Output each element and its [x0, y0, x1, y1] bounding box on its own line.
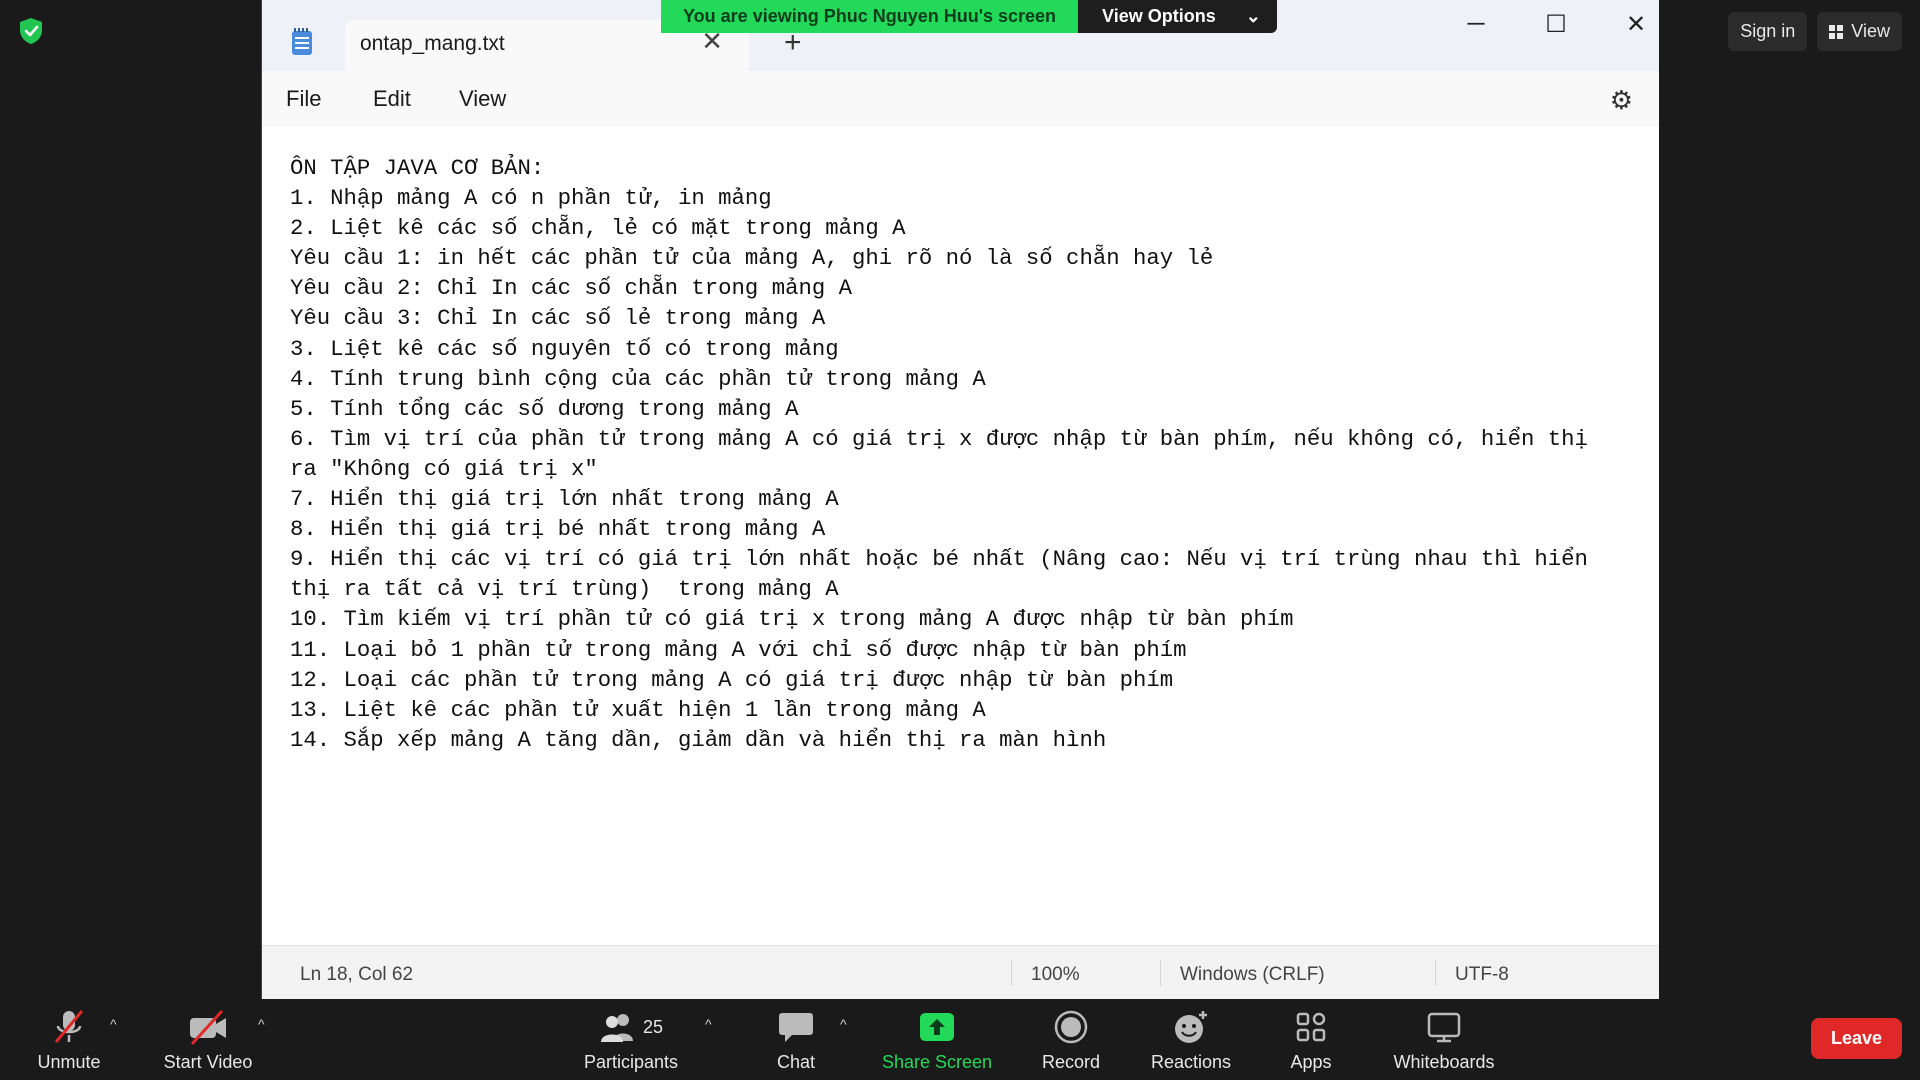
participants-caret-icon[interactable]: ^ — [705, 1016, 712, 1032]
start-video-label: Start Video — [163, 1052, 253, 1072]
participants-label: Participants — [583, 1052, 679, 1072]
top-right-controls: Sign in View — [1728, 12, 1920, 51]
text-line: 12. Loại các phần tử trong mảng A có giá… — [290, 666, 1174, 693]
view-label: View — [1851, 21, 1890, 41]
start-video-button[interactable]: Start Video — [158, 1008, 258, 1073]
view-button[interactable]: View — [1817, 12, 1902, 51]
unmute-button[interactable]: Unmute — [34, 1008, 104, 1073]
text-line: 13. Liệt kê các phần tử xuất hiện 1 lần … — [290, 696, 986, 723]
status-divider — [1435, 960, 1436, 986]
record-icon — [1054, 1010, 1088, 1044]
text-line: Yêu cầu 3: Chỉ In các số lẻ trong mảng A — [290, 305, 826, 332]
text-line: 6. Tìm vị trí của phần tử trong mảng A c… — [290, 425, 1588, 452]
text-line: 9. Hiển thị các vị trí có giá trị lớn nh… — [290, 546, 1588, 573]
text-line: 14. Sắp xếp mảng A tăng dần, giảm dần và… — [290, 726, 1107, 753]
apps-button[interactable]: Apps — [1282, 1008, 1340, 1073]
unmute-label: Unmute — [37, 1052, 101, 1072]
zoom-level: 100% — [1031, 964, 1080, 985]
text-line: 3. Liệt kê các số nguyên tố có trong mản… — [290, 335, 839, 362]
menu-edit[interactable]: Edit — [373, 86, 411, 112]
participants-button[interactable]: 25 Participants — [580, 1008, 682, 1073]
chevron-down-icon: ⌄ — [1245, 6, 1261, 26]
muted-microphone-icon — [54, 1010, 84, 1043]
apps-label: Apps — [1290, 1052, 1332, 1072]
whiteboards-button[interactable]: Whiteboards — [1388, 1008, 1500, 1073]
shared-screen: ontap_mang.txt ✕ + ─ ☐ ✕ File Edit View … — [261, 0, 1659, 999]
reactions-button[interactable]: Reactions — [1148, 1008, 1234, 1073]
view-options-button[interactable]: View Options ⌄ — [1078, 0, 1277, 33]
status-divider — [1160, 960, 1161, 986]
video-off-icon — [190, 1009, 226, 1046]
viewing-banner-text: You are viewing Phuc Nguyen Huu's screen — [661, 0, 1079, 33]
text-line: ÔN TẬP JAVA CƠ BẢN: — [290, 155, 545, 181]
text-line: Yêu cầu 1: in hết các phần tử của mảng A… — [290, 245, 1214, 272]
text-line: 2. Liệt kê các số chẵn, lẻ có mặt trong … — [290, 215, 906, 242]
meeting-toolbar: Unmute ^ Start Video ^ 25 Participants ^ — [0, 1000, 1920, 1080]
text-line: 10. Tìm kiếm vị trí phần tử có giá trị x… — [290, 606, 1294, 633]
reactions-label: Reactions — [1150, 1052, 1232, 1072]
sign-in-button[interactable]: Sign in — [1728, 12, 1808, 51]
window-close-icon[interactable]: ✕ — [1616, 10, 1656, 39]
maximize-icon[interactable]: ☐ — [1536, 10, 1576, 39]
minimize-icon[interactable]: ─ — [1456, 10, 1496, 38]
text-line: 4. Tính trung bình cộng của các phần tử … — [290, 365, 986, 392]
text-editor[interactable]: ÔN TẬP JAVA CƠ BẢN: 1. Nhập mảng A có n p… — [262, 127, 1659, 942]
chat-caret-icon[interactable]: ^ — [840, 1016, 847, 1032]
settings-gear-icon[interactable]: ⚙ — [1610, 85, 1633, 116]
leave-button[interactable]: Leave — [1810, 1018, 1902, 1059]
text-line: 8. Hiển thị giá trị bé nhất trong mảng A — [290, 516, 826, 543]
notepad-statusbar: Ln 18, Col 62 100% Windows (CRLF) UTF-8 — [262, 945, 1659, 999]
text-line: thị ra tất cả vị trí trùng) trong mảng A — [290, 576, 839, 603]
participants-icon — [600, 1014, 633, 1042]
text-line: Yêu cầu 2: Chỉ In các số chẵn trong mảng… — [290, 275, 852, 302]
notepad-menubar: File Edit View ⚙ — [262, 71, 1659, 127]
share-screen-label: Share Screen — [881, 1052, 993, 1072]
encoding: UTF-8 — [1455, 964, 1509, 985]
chat-label: Chat — [776, 1052, 816, 1072]
menu-view[interactable]: View — [459, 86, 506, 112]
whiteboards-label: Whiteboards — [1393, 1052, 1495, 1072]
tab-title: ontap_mang.txt — [360, 32, 505, 55]
text-line: 1. Nhập mảng A có n phần tử, in mảng — [290, 185, 772, 212]
status-divider — [1011, 960, 1012, 986]
record-button[interactable]: Record — [1036, 1008, 1106, 1073]
menu-file[interactable]: File — [286, 86, 321, 112]
participant-count: 25 — [642, 1016, 664, 1037]
text-line: 5. Tính tổng các số dương trong mảng A — [290, 395, 799, 422]
audio-options-caret-icon[interactable]: ^ — [110, 1016, 117, 1032]
whiteboard-icon — [1427, 1012, 1461, 1043]
line-ending: Windows (CRLF) — [1180, 964, 1325, 985]
notepad-app-icon — [292, 28, 312, 55]
sign-in-label: Sign in — [1740, 21, 1796, 41]
text-line: 11. Loại bỏ 1 phần tử trong mảng A với c… — [290, 636, 1187, 663]
security-shield-icon[interactable] — [18, 17, 44, 45]
text-line: 7. Hiển thị giá trị lớn nhất trong mảng … — [290, 486, 839, 513]
text-line: ra "Không có giá trị x" — [290, 455, 598, 482]
viewing-banner: You are viewing Phuc Nguyen Huu's screen… — [661, 0, 1277, 33]
chat-button[interactable]: Chat — [770, 1008, 822, 1073]
gallery-view-icon — [1829, 24, 1844, 39]
share-screen-button[interactable]: Share Screen — [880, 1008, 994, 1073]
cursor-position: Ln 18, Col 62 — [300, 964, 414, 985]
chat-icon — [779, 1013, 813, 1042]
record-label: Record — [1041, 1052, 1101, 1072]
reactions-icon — [1175, 1011, 1207, 1043]
share-screen-icon — [920, 1013, 954, 1041]
video-options-caret-icon[interactable]: ^ — [258, 1016, 265, 1032]
view-options-label: View Options — [1102, 6, 1216, 26]
apps-icon — [1296, 1012, 1326, 1042]
